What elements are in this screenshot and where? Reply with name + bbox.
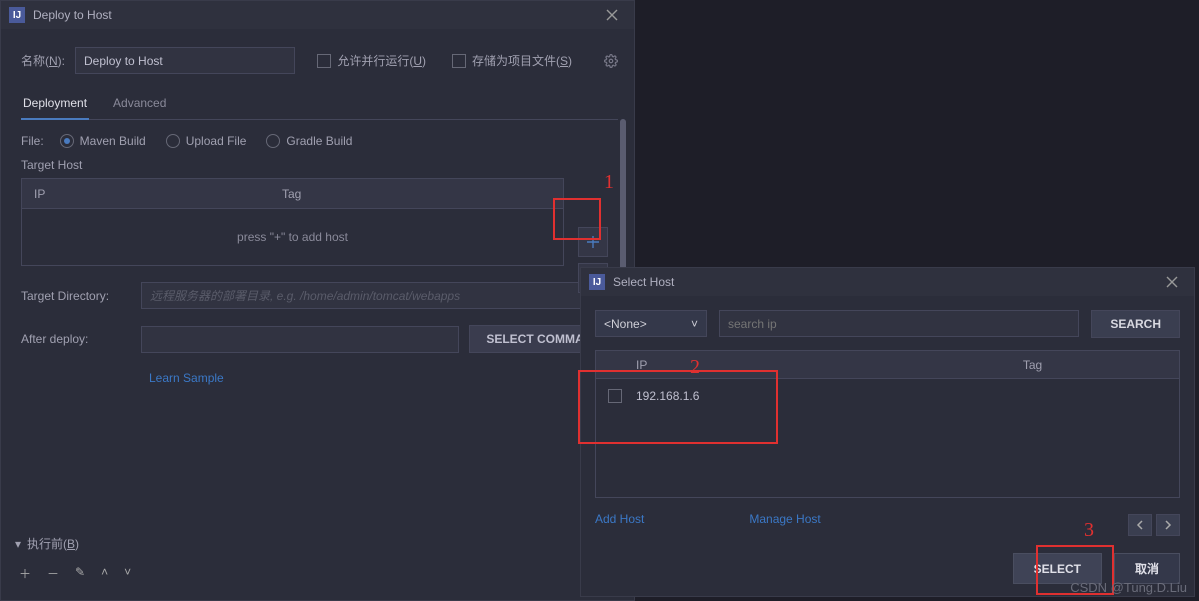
file-row: File: Maven Build Upload File Gradle Bui…: [21, 134, 618, 148]
pager: [1128, 514, 1180, 536]
deploy-window: IJ Deploy to Host 名称(N): 允许并行运行(U) 存储为项目…: [0, 0, 635, 601]
toolbar: ＋ － ✎ ˄ ˅: [19, 565, 131, 582]
tabs: Deployment Advanced: [21, 90, 618, 120]
tab-deployment[interactable]: Deployment: [21, 90, 89, 120]
titlebar: IJ Deploy to Host: [1, 1, 634, 29]
host-table-header: IP Tag: [22, 179, 563, 209]
host-table-empty: press "+" to add host: [22, 209, 563, 265]
next-page-button[interactable]: [1156, 514, 1180, 536]
target-dir-input[interactable]: [141, 282, 618, 309]
allow-parallel-checkbox[interactable]: 允许并行运行(U): [317, 52, 426, 69]
up-icon[interactable]: ˄: [101, 565, 108, 582]
save-as-file-checkbox[interactable]: 存储为项目文件(S): [452, 52, 572, 69]
chevron-down-icon: ˅: [691, 317, 698, 331]
checkbox-icon: [452, 54, 466, 68]
after-deploy-label: After deploy:: [21, 332, 131, 346]
host-list: IP Tag 192.168.1.6: [595, 350, 1180, 498]
radio-icon: [266, 134, 280, 148]
search-button[interactable]: SEARCH: [1091, 310, 1180, 338]
manage-host-link[interactable]: Manage Host: [749, 512, 820, 526]
add-host-button[interactable]: [578, 227, 608, 257]
radio-icon: [166, 134, 180, 148]
target-dir-label: Target Directory:: [21, 289, 131, 303]
after-deploy-row: After deploy: SELECT COMMAND: [21, 325, 618, 353]
select-host-window: IJ Select Host <None> ˅ SEARCH IP Tag 19…: [580, 267, 1195, 597]
tab-advanced[interactable]: Advanced: [111, 90, 168, 119]
close-icon[interactable]: [598, 1, 626, 29]
add-host-link[interactable]: Add Host: [595, 512, 644, 526]
name-input[interactable]: [75, 47, 295, 74]
plus-icon[interactable]: ＋: [19, 565, 31, 582]
host-ip: 192.168.1.6: [636, 389, 699, 403]
gear-icon[interactable]: [604, 54, 618, 68]
edit-icon[interactable]: ✎: [75, 565, 85, 582]
target-host-label: Target Host: [21, 158, 618, 172]
radio-maven[interactable]: Maven Build: [60, 134, 146, 148]
target-dir-row: Target Directory:: [21, 282, 618, 309]
col-tag: Tag: [282, 187, 563, 201]
col-tag: Tag: [886, 358, 1179, 372]
window-title: Deploy to Host: [33, 8, 598, 22]
app-icon: IJ: [9, 7, 25, 23]
after-deploy-input[interactable]: [141, 326, 459, 353]
watermark: CSDN @Tung.D.Liu: [1070, 580, 1187, 595]
filter-dropdown[interactable]: <None> ˅: [595, 310, 707, 337]
chevron-down-icon: ▾: [15, 537, 21, 551]
checkbox-icon[interactable]: [608, 389, 622, 403]
prev-page-button[interactable]: [1128, 514, 1152, 536]
learn-sample-link[interactable]: Learn Sample: [149, 371, 224, 385]
radio-upload[interactable]: Upload File: [166, 134, 247, 148]
dropdown-value: <None>: [604, 317, 647, 331]
close-icon[interactable]: [1158, 268, 1186, 296]
app-icon: IJ: [589, 274, 605, 290]
host-row[interactable]: 192.168.1.6: [596, 379, 1179, 413]
window-body: <None> ˅ SEARCH IP Tag 192.168.1.6 Add H…: [581, 296, 1194, 540]
file-label: File:: [21, 134, 44, 148]
down-icon[interactable]: ˅: [124, 565, 131, 582]
host-table: IP Tag press "+" to add host: [21, 178, 564, 266]
name-label: 名称(N):: [21, 52, 65, 69]
titlebar: IJ Select Host: [581, 268, 1194, 296]
window-body: 名称(N): 允许并行运行(U) 存储为项目文件(S) Deploymen: [1, 29, 634, 600]
search-input[interactable]: [719, 310, 1079, 337]
col-ip: IP: [596, 358, 886, 372]
before-run[interactable]: ▾ 执行前(B): [15, 535, 79, 552]
host-list-header: IP Tag: [596, 351, 1179, 379]
radio-icon: [60, 134, 74, 148]
minus-icon[interactable]: －: [47, 565, 59, 582]
window-title: Select Host: [613, 275, 1158, 289]
radio-gradle[interactable]: Gradle Build: [266, 134, 352, 148]
checkbox-icon: [317, 54, 331, 68]
col-ip: IP: [22, 187, 282, 201]
